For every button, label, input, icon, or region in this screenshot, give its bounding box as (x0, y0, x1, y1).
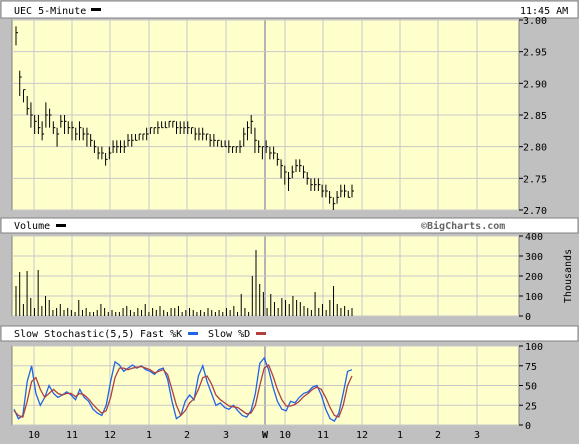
time-tick-label: 1 (146, 430, 152, 441)
time-tick-label: 3 (474, 430, 480, 441)
time-tick-label: 12 (104, 430, 116, 441)
time-tick-label: 2 (184, 430, 190, 441)
time-tick-label: 12 (356, 430, 368, 441)
price-y-tick-label: 2.75 (523, 174, 547, 185)
watermark: ©BigCharts.com (421, 220, 505, 232)
volume-header: Volume ©BigCharts.com (0, 217, 579, 234)
price-y-tick-label: 2.95 (523, 48, 547, 59)
price-y-tick-label: 2.80 (523, 143, 547, 154)
volume-y-tick-label: 0 (525, 312, 531, 323)
symbol-title: UEC 5-Minute (14, 6, 86, 17)
time-tick-label: 10 (279, 430, 291, 441)
stochastic-panel: 100 75 50 25 0 (11, 342, 543, 432)
stochastic-y-tick-label: 25 (525, 401, 537, 412)
fast-k-legend-label: Fast %K (140, 329, 182, 340)
volume-panel: 400 300 200 100 0 Thousands (11, 232, 574, 323)
day-separator-label: W (262, 430, 269, 441)
volume-y-tick-label: 200 (525, 272, 543, 283)
price-panel: 3.00 2.95 2.90 2.85 2.80 2.75 2.70 (11, 16, 547, 217)
price-y-tick-label: 2.70 (523, 206, 547, 217)
volume-y-tick-label: 300 (525, 252, 543, 263)
time-tick-label: 3 (223, 430, 229, 441)
price-y-tick-label: 3.00 (523, 16, 547, 27)
time-tick-label: 1 (397, 430, 403, 441)
time-tick-label: 11 (317, 430, 329, 441)
price-header: UEC 5-Minute 11:45 AM (0, 0, 579, 19)
volume-y-tick-label: 100 (525, 292, 543, 303)
slow-d-legend-label: Slow %D (208, 329, 250, 340)
stochastic-y-tick-label: 0 (525, 421, 531, 432)
stochastic-title: Slow Stochastic(5,5) (14, 329, 134, 340)
price-y-tick-label: 2.85 (523, 111, 547, 122)
volume-y-label: Thousands (563, 249, 574, 303)
slow-d-legend-swatch (256, 332, 266, 335)
stock-chart: UEC 5-Minute 11:45 AM 3.00 2.95 2.90 2.85 2.… (0, 0, 579, 444)
stochastic-y-tick-label: 50 (525, 382, 537, 393)
volume-y-tick-label: 400 (525, 232, 543, 243)
volume-title: Volume (14, 221, 50, 232)
stochastic-y-tick-label: 100 (525, 342, 543, 353)
time-tick-label: 2 (435, 430, 441, 441)
volume-legend-swatch (56, 224, 66, 227)
price-y-tick-label: 2.90 (523, 79, 547, 90)
fast-k-legend-swatch (188, 332, 198, 335)
stochastic-header: Slow Stochastic(5,5) Fast %K Slow %D (0, 325, 579, 342)
stochastic-y-tick-label: 75 (525, 362, 537, 373)
time-tick-label: 10 (28, 430, 40, 441)
price-legend-swatch (91, 8, 101, 11)
time-tick-label: 11 (66, 430, 78, 441)
